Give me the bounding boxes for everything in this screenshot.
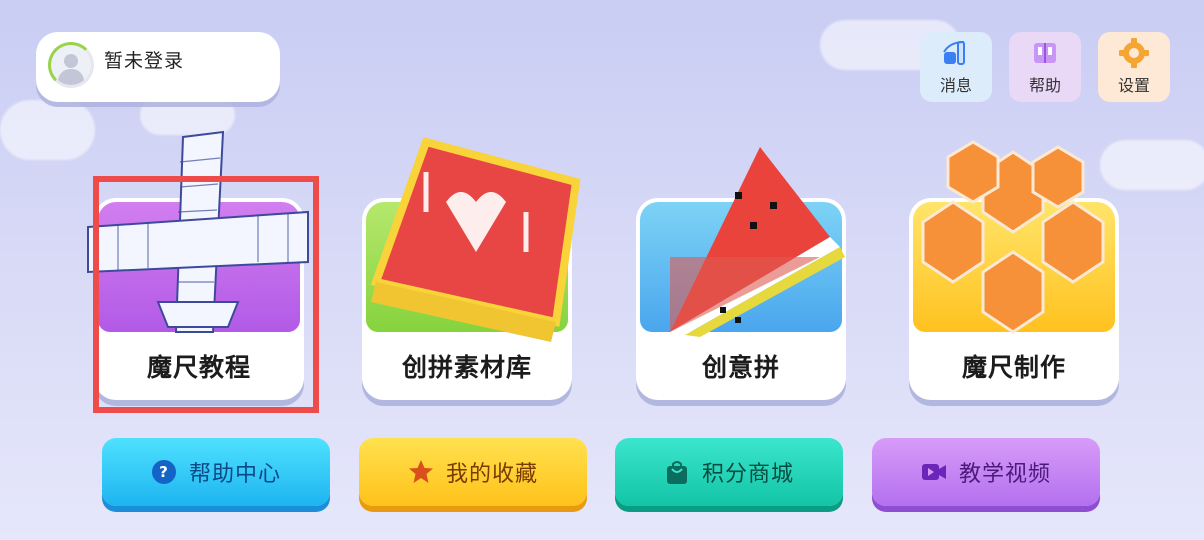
help-label: 帮助 [1028, 76, 1061, 95]
settings-label: 设置 [1117, 76, 1150, 95]
star-icon [408, 459, 434, 485]
watermelon-image [670, 147, 845, 337]
help-center-label: 帮助中心 [188, 462, 281, 487]
avatar-icon [48, 42, 94, 88]
teaching-videos-button[interactable]: 教学视频 [872, 438, 1100, 506]
help-button[interactable]: 帮助 [1009, 32, 1081, 102]
cloud-decoration [0, 100, 95, 160]
points-mall-label: 积分商城 [701, 462, 794, 487]
tutorial-card-art [87, 130, 309, 333]
card-title: 魔尺教程 [146, 353, 251, 382]
teaching-videos-label: 教学视频 [958, 462, 1051, 487]
card-title: 魔尺制作 [961, 353, 1066, 382]
orange-snowflake-puzzle-image [921, 140, 1105, 334]
help-center-button[interactable]: ? 帮助中心 [102, 438, 330, 506]
gear-icon [1118, 38, 1150, 68]
video-icon [921, 459, 947, 485]
card-creative-puzzle[interactable]: 创意拼 [636, 147, 846, 400]
card-title: 创意拼 [701, 353, 780, 382]
login-profile-button[interactable]: 暂未登录 [36, 32, 280, 102]
message-button[interactable]: 消息 [920, 32, 992, 102]
points-mall-button[interactable]: 积分商城 [615, 438, 843, 506]
svg-text:?: ? [159, 463, 169, 481]
making-card-art [913, 140, 1115, 334]
shopping-bag-icon [664, 459, 690, 485]
heart-cube-image [370, 137, 581, 342]
card-magic-ruler-making[interactable]: 魔尺制作 [909, 140, 1119, 400]
my-favorites-button[interactable]: 我的收藏 [359, 438, 587, 506]
question-icon: ? [151, 459, 177, 485]
library-card-art [366, 137, 581, 342]
login-status-text: 暂未登录 [104, 50, 185, 72]
message-icon [940, 38, 972, 68]
creative-card-art [640, 147, 845, 337]
card-magic-ruler-tutorial[interactable]: 魔尺教程 [87, 130, 309, 400]
message-label: 消息 [939, 76, 972, 95]
airplane-puzzle-image [87, 130, 309, 333]
book-icon [1029, 38, 1061, 68]
card-title: 创拼素材库 [401, 353, 532, 382]
card-puzzle-material-library[interactable]: 创拼素材库 [362, 137, 581, 400]
cloud-decoration [1100, 140, 1204, 190]
my-favorites-label: 我的收藏 [445, 462, 538, 487]
settings-button[interactable]: 设置 [1098, 32, 1170, 102]
